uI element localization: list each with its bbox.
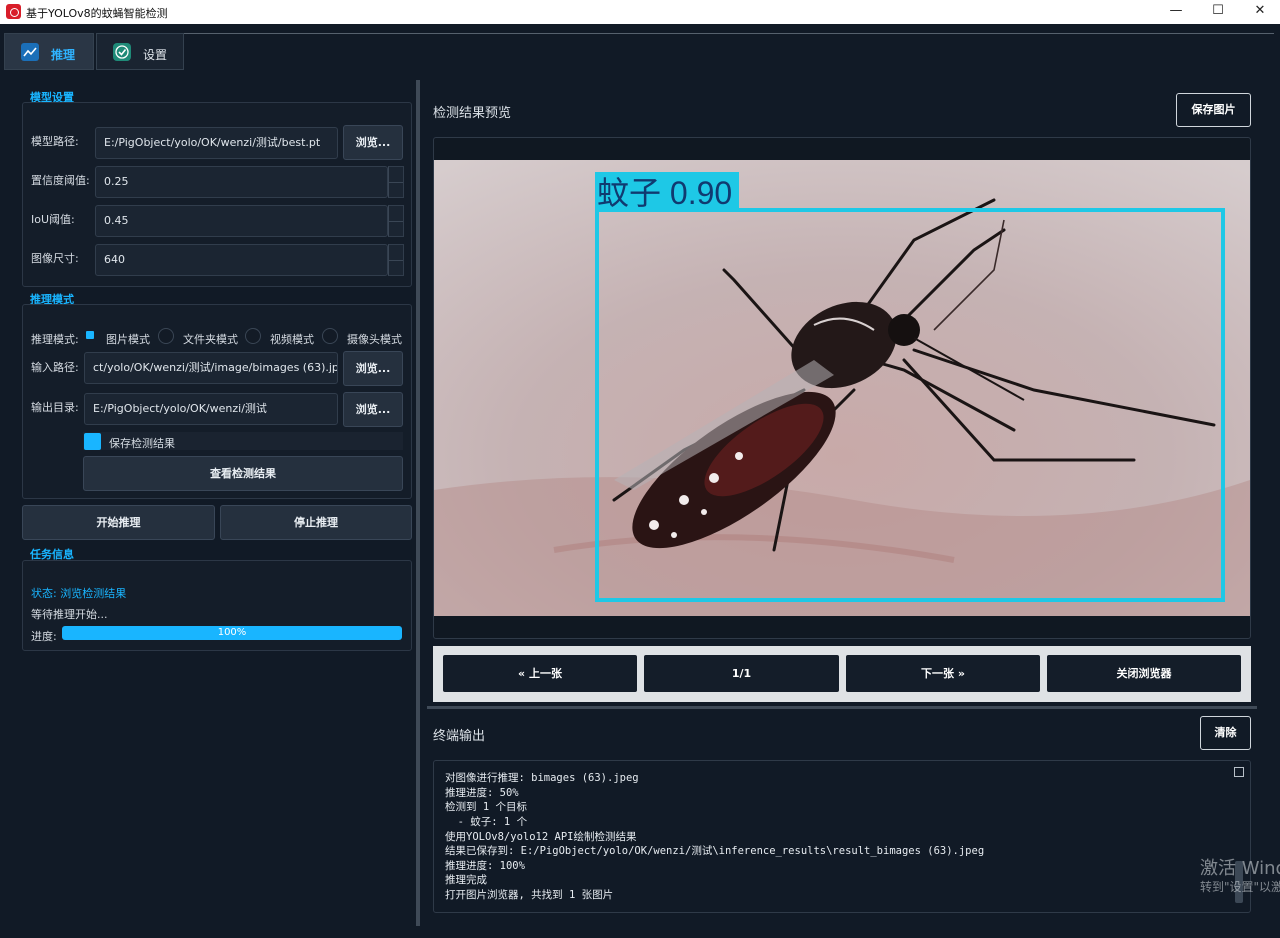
terminal-line: 推理进度: 50% [445, 787, 519, 799]
tab-settings-label: 设置 [143, 48, 168, 62]
output-dir-input[interactable]: E:/PigObject/yolo/OK/wenzi/测试 [84, 393, 338, 425]
close-button[interactable]: ✕ [1240, 0, 1280, 24]
close-browser-button[interactable]: 关闭浏览器 [1047, 655, 1241, 692]
app-logo-icon [6, 4, 21, 19]
maximize-button[interactable]: ☐ [1198, 0, 1238, 24]
horizontal-splitter[interactable] [427, 706, 1257, 709]
radio-video-mode[interactable] [245, 328, 261, 344]
start-inference-button[interactable]: 开始推理 [22, 505, 215, 540]
activation-watermark-subtitle: 转到"设置"以激活 Windows。 [1200, 880, 1280, 894]
preview-title: 检测结果预览 [433, 106, 512, 121]
clear-terminal-button[interactable]: 清除 [1200, 716, 1251, 750]
iou-threshold-label: IoU阈值: [31, 213, 75, 226]
window-title: 基于YOLOv8的蚊蝇智能检测 [26, 7, 168, 20]
view-results-button[interactable]: 查看检测结果 [83, 456, 403, 491]
detection-label: 蚊子 0.90 [597, 175, 732, 211]
minimize-button[interactable]: — [1156, 0, 1196, 24]
save-image-button[interactable]: 保存图片 [1176, 93, 1251, 127]
title-bar: 基于YOLOv8的蚊蝇智能检测 — ☐ ✕ [0, 0, 1280, 24]
tab-divider [184, 33, 1274, 34]
radio-folder-mode[interactable] [158, 328, 174, 344]
conf-threshold-input[interactable]: 0.25 [95, 166, 388, 198]
terminal-output[interactable]: 对图像进行推理: bimages (63).jpeg 推理进度: 50% 检测到… [433, 760, 1251, 913]
next-image-button[interactable]: 下一张 » [846, 655, 1040, 692]
previous-image-button[interactable]: « 上一张 [443, 655, 637, 692]
terminal-title: 终端输出 [433, 729, 486, 744]
status-text: 状态: 浏览检测结果 [31, 587, 127, 600]
activation-watermark-title: 激活 Windows [1200, 858, 1280, 879]
tab-inference-label: 推理 [51, 48, 76, 62]
model-path-label: 模型路径: [31, 135, 79, 148]
radio-camera-mode-label[interactable]: 摄像头模式 [347, 331, 402, 347]
vertical-splitter[interactable] [416, 80, 420, 926]
radio-image-mode[interactable] [83, 328, 99, 344]
scroll-up-icon[interactable] [1234, 767, 1244, 777]
conf-threshold-label: 置信度阈值: [31, 174, 90, 187]
progress-bar: 100% [62, 626, 402, 640]
save-results-checkbox[interactable] [84, 433, 101, 450]
tab-inference[interactable]: 推理 [4, 33, 94, 70]
save-results-label[interactable]: 保存检测结果 [109, 435, 175, 451]
radio-video-mode-label[interactable]: 视频模式 [270, 331, 314, 347]
radio-camera-mode[interactable] [322, 328, 338, 344]
input-path-label: 输入路径: [31, 361, 79, 374]
waiting-text: 等待推理开始... [31, 608, 108, 621]
progress-label: 进度: [31, 630, 57, 643]
detection-image: 蚊子 0.90 [434, 160, 1250, 616]
mosquito-photo: 蚊子 0.90 [434, 160, 1250, 616]
conf-threshold-stepper[interactable] [388, 166, 404, 198]
terminal-line: 推理进度: 100% [445, 860, 525, 872]
terminal-line: 推理完成 [445, 874, 487, 886]
tab-settings[interactable]: 设置 [96, 33, 184, 70]
terminal-line: 对图像进行推理: bimages (63).jpeg [445, 772, 639, 784]
navigation-bar: « 上一张 1/1 下一张 » 关闭浏览器 [433, 646, 1251, 702]
image-counter: 1/1 [644, 655, 839, 692]
model-browse-button[interactable]: 浏览... [343, 125, 403, 160]
model-path-input[interactable]: E:/PigObject/yolo/OK/wenzi/测试/best.pt [95, 127, 338, 159]
input-browse-button[interactable]: 浏览... [343, 351, 403, 386]
terminal-line: 结果已保存到: E:/PigObject/yolo/OK/wenzi/测试\in… [445, 845, 985, 857]
iou-threshold-input[interactable]: 0.45 [95, 205, 388, 237]
terminal-line: 打开图片浏览器, 共找到 1 张图片 [445, 889, 614, 901]
image-size-label: 图像尺寸: [31, 252, 79, 265]
stop-inference-button[interactable]: 停止推理 [220, 505, 412, 540]
image-size-input[interactable]: 640 [95, 244, 388, 276]
input-path-input[interactable]: ct/yolo/OK/wenzi/测试/image/bimages (63).j… [84, 352, 338, 384]
output-browse-button[interactable]: 浏览... [343, 392, 403, 427]
terminal-line: 使用YOLOv8/yolo12 API绘制检测结果 [445, 831, 637, 843]
output-dir-label: 输出目录: [31, 401, 79, 414]
iou-threshold-stepper[interactable] [388, 205, 404, 237]
radio-image-mode-label[interactable]: 图片模式 [106, 331, 150, 347]
chart-line-icon [21, 43, 39, 61]
progress-text: 100% [217, 627, 247, 638]
image-size-stepper[interactable] [388, 244, 404, 276]
radio-folder-mode-label[interactable]: 文件夹模式 [183, 331, 238, 347]
terminal-line: 检测到 1 个目标 [445, 801, 527, 813]
terminal-line: - 蚊子: 1 个 [445, 816, 528, 828]
mode-label: 推理模式: [31, 333, 79, 346]
check-circle-icon [113, 43, 131, 61]
